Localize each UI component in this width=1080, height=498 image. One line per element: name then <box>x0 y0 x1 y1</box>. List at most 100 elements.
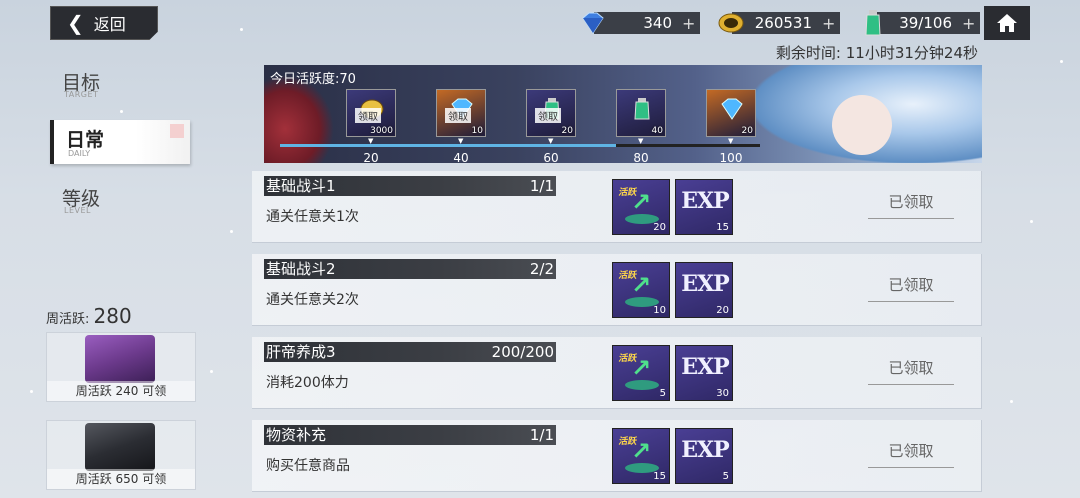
sidebar-item-daily-label: 日常 <box>66 129 105 151</box>
milestone-marker-icon: ▼ <box>728 137 734 145</box>
task-title: 基础战斗1 <box>266 177 336 195</box>
activity-reward-count: 20 <box>653 222 666 233</box>
exp-reward[interactable]: EXP 5 <box>675 428 733 484</box>
arrow-up-icon: ↗ <box>631 437 652 465</box>
coin-count: 260531 <box>754 14 812 32</box>
task-title: 基础战斗2 <box>266 260 336 278</box>
snow-particle <box>120 110 123 113</box>
exp-icon: EXP <box>681 188 729 214</box>
diamond-count: 340 <box>643 14 672 32</box>
diamond-icon <box>719 98 745 120</box>
arrow-up-icon: ↗ <box>631 188 652 216</box>
diamond-icon <box>578 9 608 37</box>
coin-icon <box>716 9 746 37</box>
task-title-bar: 肝帝养成3 200/200 <box>264 342 556 362</box>
reward-count: 10 <box>471 126 483 136</box>
pedestal-icon <box>625 380 659 390</box>
snow-particle <box>1010 400 1013 403</box>
exp-reward-count: 20 <box>716 305 729 316</box>
activity-reward[interactable]: 活跃 ↗ 20 <box>612 179 670 235</box>
exp-reward[interactable]: EXP 30 <box>675 345 733 401</box>
sidebar-item-level-sub: LEVEL <box>64 206 91 215</box>
stamina-flask-icon <box>858 9 888 37</box>
milestone-threshold: 40 <box>453 151 469 163</box>
exp-reward-count: 15 <box>716 222 729 233</box>
task-title: 物资补充 <box>266 426 327 444</box>
arrow-up-icon: ↗ <box>631 271 652 299</box>
sidebar-item-daily[interactable]: 日常 DAILY <box>50 120 190 164</box>
activity-reward[interactable]: 活跃 ↗ 15 <box>612 428 670 484</box>
weekly-chest-240[interactable]: 周活跃 240 可领 <box>46 332 196 402</box>
exp-icon: EXP <box>681 354 729 380</box>
snow-particle <box>230 230 233 233</box>
activity-progress-bar <box>280 144 760 147</box>
activity-reward-count: 10 <box>653 305 666 316</box>
daily-activity-banner: 今日活跃度:70 领取 3000 ▼ 20 领取 10 ▼ 40 领取 20 ▼ 60 40 ▼ 80 20 ▼… <box>264 65 982 163</box>
task-progress: 2/2 <box>529 260 554 278</box>
add-coin-button[interactable]: + <box>822 14 840 33</box>
home-icon <box>997 14 1017 32</box>
activity-reward-count: 15 <box>653 471 666 482</box>
sidebar-item-target-sub: TARGET <box>64 90 99 99</box>
task-title-bar: 基础战斗1 1/1 <box>264 176 556 196</box>
exp-icon: EXP <box>681 437 729 463</box>
milestone-reward-20[interactable]: 领取 3000 <box>346 89 396 137</box>
stamina-resource: 39/106 + <box>865 10 980 36</box>
milestone-reward-60[interactable]: 领取 20 <box>526 89 576 137</box>
task-description: 购买任意商品 <box>266 458 350 474</box>
task-title-bar: 物资补充 1/1 <box>264 425 556 445</box>
task-row: 基础战斗2 2/2 通关任意关2次 活跃 ↗ 10 EXP 20 已领取 <box>252 254 982 326</box>
daily-activity-title: 今日活跃度:70 <box>270 72 356 87</box>
exp-reward[interactable]: EXP 20 <box>675 262 733 318</box>
task-title-bar: 基础战斗2 2/2 <box>264 259 556 279</box>
coin-resource: 260531 + <box>718 12 840 34</box>
snow-particle <box>30 390 33 393</box>
weekly-activity-value: 280 <box>93 304 132 328</box>
task-status-claimed: 已领取 <box>868 274 954 302</box>
snow-particle <box>1030 220 1033 223</box>
milestone-threshold: 20 <box>363 151 379 163</box>
reward-count: 40 <box>651 126 663 136</box>
milestone-reward-100[interactable]: 20 <box>706 89 756 137</box>
reward-count: 3000 <box>370 126 393 136</box>
milestone-threshold: 100 <box>719 151 743 163</box>
snow-particle <box>1060 60 1063 63</box>
milestone-threshold: 80 <box>633 151 649 163</box>
add-diamond-button[interactable]: + <box>682 14 700 33</box>
task-row: 基础战斗1 1/1 通关任意关1次 活跃 ↗ 20 EXP 15 已领取 <box>252 171 982 243</box>
stamina-flask-icon <box>629 98 655 120</box>
task-description: 通关任意关1次 <box>266 209 359 225</box>
chest-caption: 周活跃 650 可领 <box>47 469 195 489</box>
activity-reward[interactable]: 活跃 ↗ 5 <box>612 345 670 401</box>
reward-count: 20 <box>561 126 573 136</box>
milestone-marker-icon: ▼ <box>638 137 644 145</box>
milestone-reward-80[interactable]: 40 <box>616 89 666 137</box>
back-button[interactable]: ❮ 返回 <box>50 6 158 40</box>
exp-reward-count: 5 <box>722 471 729 482</box>
exp-reward-count: 30 <box>716 388 729 399</box>
remaining-time: 剩余时间: 11小时31分钟24秒 <box>775 44 978 62</box>
task-title: 肝帝养成3 <box>266 343 336 361</box>
reward-count: 20 <box>741 126 753 136</box>
milestone-marker-icon: ▼ <box>368 137 374 145</box>
snow-particle <box>210 370 213 373</box>
home-button[interactable] <box>984 6 1030 40</box>
claimed-tag: 领取 <box>535 108 561 123</box>
weekly-chest-650[interactable]: 周活跃 650 可领 <box>46 420 196 490</box>
claimed-tag: 领取 <box>355 108 381 123</box>
milestone-marker-icon: ▼ <box>458 137 464 145</box>
exp-reward[interactable]: EXP 15 <box>675 179 733 235</box>
task-status-claimed: 已领取 <box>868 191 954 219</box>
task-row: 肝帝养成3 200/200 消耗200体力 活跃 ↗ 5 EXP 30 已领取 <box>252 337 982 409</box>
milestone-marker-icon: ▼ <box>548 137 554 145</box>
task-description: 消耗200体力 <box>266 375 349 391</box>
activity-reward[interactable]: 活跃 ↗ 10 <box>612 262 670 318</box>
exp-icon: EXP <box>681 271 729 297</box>
milestone-reward-40[interactable]: 领取 10 <box>436 89 486 137</box>
weekly-activity: 周活跃: 280 <box>46 304 132 328</box>
weekly-activity-label: 周活跃: <box>46 312 90 327</box>
activity-progress-fill <box>280 144 616 147</box>
chest-caption: 周活跃 240 可领 <box>47 381 195 401</box>
milestone-threshold: 60 <box>543 151 559 163</box>
add-stamina-button[interactable]: + <box>962 14 980 33</box>
